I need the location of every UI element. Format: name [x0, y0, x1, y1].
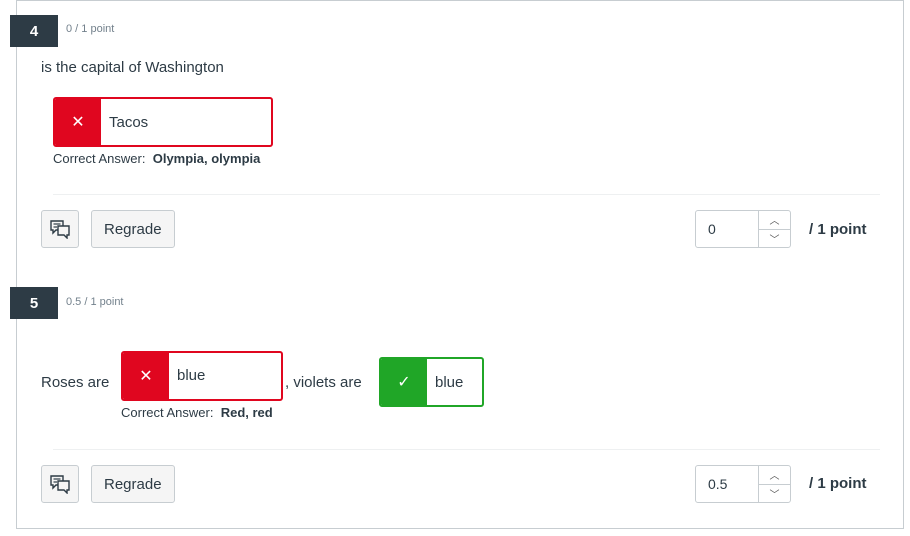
- comment-icon: [50, 475, 70, 494]
- answer-value: blue: [177, 367, 206, 384]
- chevron-down-icon[interactable]: ﹀: [759, 485, 790, 503]
- score-stepper[interactable]: 0.5 ︿ ﹀: [695, 465, 791, 503]
- divider: [53, 449, 880, 450]
- comment-button[interactable]: [41, 465, 79, 503]
- answer-box-correct: ✓ blue: [379, 357, 484, 407]
- points-label: / 1 point: [809, 221, 867, 238]
- question-text: is the capital of Washington: [41, 59, 224, 76]
- regrade-button[interactable]: Regrade: [91, 210, 175, 248]
- question-points: 0.5 / 1 point: [66, 296, 124, 308]
- comment-button[interactable]: [41, 210, 79, 248]
- correct-answer-value: Olympia, olympia: [152, 151, 261, 166]
- score-spinner[interactable]: ︿ ﹀: [758, 211, 790, 247]
- question-number: 5: [10, 287, 58, 319]
- divider: [53, 194, 880, 195]
- question-number: 4: [10, 15, 58, 47]
- score-stepper[interactable]: 0 ︿ ﹀: [695, 210, 791, 248]
- close-icon: ✕: [55, 99, 101, 145]
- question-points: 0 / 1 point: [66, 23, 115, 35]
- correct-answer: Correct Answer: Red, red: [121, 405, 273, 420]
- chevron-up-icon[interactable]: ︿: [759, 466, 790, 485]
- regrade-button[interactable]: Regrade: [91, 465, 175, 503]
- check-icon: ✓: [381, 359, 427, 405]
- answer-box-incorrect: ✕ Tacos: [53, 97, 273, 147]
- correct-answer-label: Correct Answer:: [121, 405, 214, 420]
- correct-answer-value: Red, red: [220, 405, 273, 420]
- chevron-up-icon[interactable]: ︿: [759, 211, 790, 230]
- score-spinner[interactable]: ︿ ﹀: [758, 466, 790, 502]
- answer-value: blue: [435, 373, 464, 391]
- question-text-before: Roses are: [41, 374, 110, 391]
- answer-value: Tacos: [109, 113, 149, 131]
- score-input[interactable]: 0.5: [696, 466, 758, 502]
- correct-answer: Correct Answer: Olympia, olympia: [53, 151, 260, 166]
- comment-icon: [50, 220, 70, 239]
- chevron-down-icon[interactable]: ﹀: [759, 230, 790, 248]
- answer-box-incorrect: ✕ blue: [121, 351, 283, 401]
- correct-answer-label: Correct Answer:: [53, 151, 146, 166]
- close-icon: ✕: [123, 353, 169, 399]
- points-label: / 1 point: [809, 475, 867, 492]
- question-text-middle: , violets are: [285, 374, 362, 391]
- score-input[interactable]: 0: [696, 211, 758, 247]
